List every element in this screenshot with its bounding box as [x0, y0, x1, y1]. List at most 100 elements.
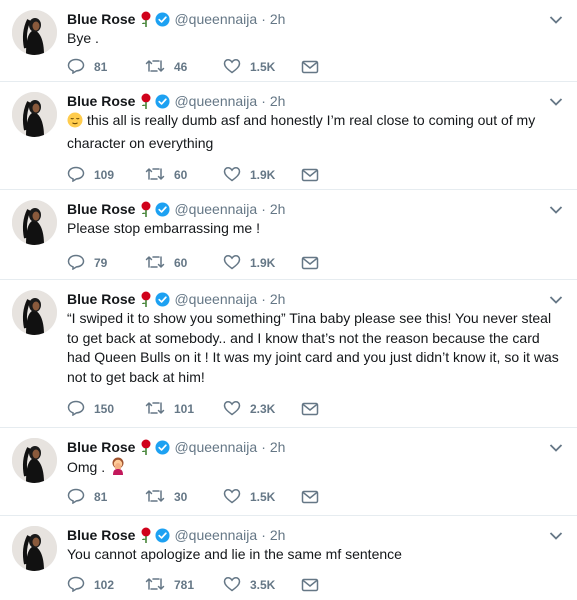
chevron-down-icon[interactable] [549, 202, 563, 214]
avatar[interactable] [12, 526, 57, 571]
reply-count: 109 [94, 168, 115, 182]
retweet-icon [145, 166, 165, 185]
envelope-icon[interactable] [301, 256, 319, 270]
author-handle[interactable]: @queennaija [174, 201, 257, 217]
envelope-icon[interactable] [301, 402, 319, 416]
tweet[interactable]: Blue Rose @queennaija · 2h this all is r… [0, 82, 577, 190]
retweet-button[interactable]: 60 [145, 254, 223, 273]
tweet-header: Blue Rose @queennaija · 2h [67, 10, 285, 28]
tweet-time[interactable]: 2h [270, 11, 286, 27]
heart-icon [223, 58, 241, 77]
avatar[interactable] [12, 438, 57, 483]
tweet-time[interactable]: 2h [270, 291, 286, 307]
rose-icon [140, 201, 152, 217]
envelope-icon[interactable] [301, 168, 319, 182]
avatar[interactable] [12, 200, 57, 245]
author-handle[interactable]: @queennaija [174, 291, 257, 307]
tweet-header: Blue Rose @queennaija · 2h [67, 92, 285, 110]
author-name[interactable]: Blue Rose [67, 11, 135, 27]
retweet-icon [145, 576, 165, 595]
like-button[interactable]: 2.3K [223, 400, 301, 419]
verified-badge-icon [155, 201, 170, 217]
tweet-time[interactable]: 2h [270, 201, 286, 217]
retweet-count: 46 [174, 60, 188, 74]
retweet-button[interactable]: 60 [145, 166, 223, 185]
separator: · [261, 93, 266, 109]
tweet-text: Please stop embarrassing me ! [67, 220, 260, 236]
author-handle[interactable]: @queennaija [174, 527, 257, 543]
author-name[interactable]: Blue Rose [67, 291, 135, 307]
tweet[interactable]: Blue Rose @queennaija · 2h Please stop e… [0, 190, 577, 280]
tweet[interactable]: Blue Rose @queennaija · 2h You cannot ap… [0, 516, 577, 600]
tweet-actions: 109 60 1.9K [67, 166, 319, 184]
rose-icon [140, 439, 152, 455]
like-count: 1.5K [250, 490, 276, 504]
tweet[interactable]: Blue Rose @queennaija · 2h Omg . 81 30 1… [0, 428, 577, 516]
author-handle[interactable]: @queennaija [174, 93, 257, 109]
rose-icon [140, 527, 152, 543]
separator: · [261, 439, 266, 455]
tweet-actions: 81 30 1.5K [67, 488, 319, 506]
tweet-actions: 81 46 1.5K [67, 58, 319, 76]
retweet-button[interactable]: 46 [145, 58, 223, 77]
tweet[interactable]: Blue Rose @queennaija · 2h Bye . 81 46 1… [0, 0, 577, 82]
avatar[interactable] [12, 10, 57, 55]
relieved-face-emoji [67, 112, 83, 134]
tweet-header: Blue Rose @queennaija · 2h [67, 290, 285, 308]
retweet-count: 781 [174, 578, 195, 592]
reply-button[interactable]: 81 [67, 488, 145, 507]
verified-badge-icon [155, 527, 170, 543]
retweet-button[interactable]: 781 [145, 576, 223, 595]
chevron-down-icon[interactable] [549, 12, 563, 24]
author-name[interactable]: Blue Rose [67, 201, 135, 217]
tweet-text-body: this all is really dumb asf and honestly… [67, 112, 536, 151]
verified-badge-icon [155, 11, 170, 27]
like-button[interactable]: 3.5K [223, 576, 301, 595]
like-count: 2.3K [250, 402, 276, 416]
heart-icon [223, 166, 241, 185]
reply-icon [67, 58, 85, 77]
author-name[interactable]: Blue Rose [67, 439, 135, 455]
like-button[interactable]: 1.9K [223, 254, 301, 273]
reply-button[interactable]: 81 [67, 58, 145, 77]
author-handle[interactable]: @queennaija [174, 11, 257, 27]
retweet-button[interactable]: 30 [145, 488, 223, 507]
like-button[interactable]: 1.5K [223, 58, 301, 77]
reply-button[interactable]: 150 [67, 400, 145, 419]
reply-button[interactable]: 79 [67, 254, 145, 273]
rose-icon [140, 291, 152, 307]
retweet-count: 60 [174, 256, 188, 270]
reply-count: 102 [94, 578, 115, 592]
author-name[interactable]: Blue Rose [67, 527, 135, 543]
tweet-text: Bye . [67, 30, 99, 46]
envelope-icon[interactable] [301, 578, 319, 592]
tweet-time[interactable]: 2h [270, 527, 286, 543]
avatar[interactable] [12, 290, 57, 335]
author-name[interactable]: Blue Rose [67, 93, 135, 109]
reply-button[interactable]: 109 [67, 166, 145, 185]
envelope-icon[interactable] [301, 490, 319, 504]
chevron-down-icon[interactable] [549, 292, 563, 304]
retweet-button[interactable]: 101 [145, 400, 223, 419]
envelope-icon[interactable] [301, 60, 319, 74]
reply-count: 150 [94, 402, 115, 416]
chevron-down-icon[interactable] [549, 94, 563, 106]
reply-count: 81 [94, 60, 108, 74]
like-button[interactable]: 1.9K [223, 166, 301, 185]
author-handle[interactable]: @queennaija [174, 439, 257, 455]
tweet-text: this all is really dumb asf and honestly… [67, 111, 562, 153]
retweet-icon [145, 488, 165, 507]
avatar[interactable] [12, 92, 57, 137]
tweet-actions: 79 60 1.9K [67, 254, 319, 272]
tweet-time[interactable]: 2h [270, 439, 286, 455]
tweet-text-body: Omg . [67, 459, 106, 475]
reply-button[interactable]: 102 [67, 576, 145, 595]
heart-icon [223, 400, 241, 419]
verified-badge-icon [155, 291, 170, 307]
like-button[interactable]: 1.5K [223, 488, 301, 507]
tweet-time[interactable]: 2h [270, 93, 286, 109]
chevron-down-icon[interactable] [549, 528, 563, 540]
tweet[interactable]: Blue Rose @queennaija · 2h “I swiped it … [0, 280, 577, 428]
heart-icon [223, 576, 241, 595]
chevron-down-icon[interactable] [549, 440, 563, 452]
